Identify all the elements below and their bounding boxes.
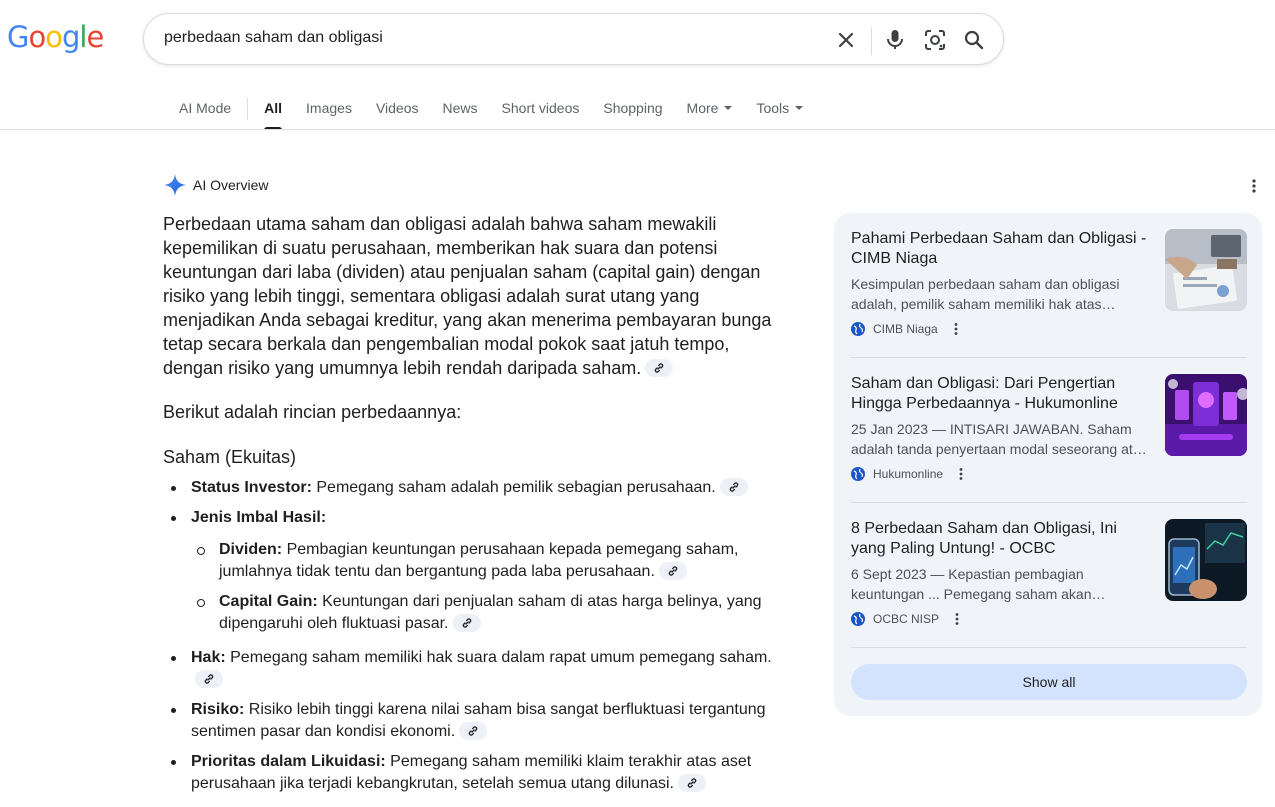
source-attribution: Hukumonline <box>851 467 967 481</box>
tab-short-videos[interactable]: Short videos <box>502 98 580 130</box>
source-attribution: CIMB Niaga <box>851 322 962 336</box>
tab-videos[interactable]: Videos <box>376 98 419 130</box>
overview-paragraph: Perbedaan utama saham dan obligasi adala… <box>163 212 783 380</box>
more-options-icon[interactable] <box>955 467 967 481</box>
bullet-term: Capital Gain: <box>219 593 318 610</box>
link-icon[interactable] <box>658 561 687 580</box>
bullet-text: Pemegang saham memiliki hak suara dalam … <box>225 649 772 666</box>
source-card[interactable]: 8 Perbedaan Saham dan Obligasi, Ini yang… <box>851 503 1247 648</box>
search-divider <box>871 27 872 55</box>
logo-letter: g <box>61 20 80 54</box>
bullet-term: Prioritas dalam Likuidasi: <box>191 753 386 770</box>
source-title[interactable]: Saham dan Obligasi: Dari Pengertian Hing… <box>851 374 1151 414</box>
tab-more-label: More <box>686 100 719 116</box>
link-icon[interactable] <box>459 721 488 740</box>
logo-letter: e <box>86 20 104 54</box>
link-icon[interactable] <box>645 359 674 378</box>
tab-tools-label: Tools <box>756 100 790 116</box>
ai-overview-body: Perbedaan utama saham dan obligasi adala… <box>163 212 783 803</box>
thumbnail-image[interactable] <box>1165 229 1247 311</box>
chevron-down-icon <box>724 106 733 111</box>
source-snippet: 6 Sept 2023 — Kepastian pembagian keuntu… <box>851 566 1106 602</box>
section-heading: Saham (Ekuitas) <box>163 447 297 467</box>
overview-intro: Berikut adalah rincian perbedaannya: <box>163 402 462 422</box>
logo-letter: o <box>28 20 46 54</box>
bullet-text: Pemegang saham adalah pemilik sebagian p… <box>311 479 716 496</box>
bullet-term: Jenis Imbal Hasil: <box>191 509 327 526</box>
more-options-icon[interactable] <box>950 322 962 336</box>
tab-images[interactable]: Images <box>306 98 352 130</box>
tab-more[interactable]: More <box>687 98 733 130</box>
logo-letter: G <box>7 20 30 54</box>
link-icon[interactable] <box>719 477 748 496</box>
bullet-term: Risiko: <box>191 701 245 718</box>
tab-shopping[interactable]: Shopping <box>603 98 662 130</box>
list-item: Status Investor: Pemegang saham adalah p… <box>163 477 783 499</box>
clear-icon[interactable] <box>834 28 858 52</box>
chevron-down-icon <box>795 106 804 111</box>
ai-overview-label: AI Overview <box>193 177 269 193</box>
search-input[interactable]: perbedaan saham dan obligasi <box>164 29 383 47</box>
source-name: CIMB Niaga <box>873 322 938 336</box>
link-icon[interactable] <box>452 613 481 632</box>
tabs-divider <box>0 129 1275 130</box>
overview-text: Perbedaan utama saham dan obligasi adala… <box>163 214 772 378</box>
search-icon[interactable] <box>962 28 986 52</box>
link-icon[interactable] <box>677 773 706 792</box>
globe-icon <box>851 612 865 626</box>
source-snippet: Kesimpulan perbedaan saham dan obligasi … <box>851 276 1120 312</box>
search-tabs: AI Mode All Images Videos News Short vid… <box>179 98 827 130</box>
bullet-term: Hak: <box>191 649 226 666</box>
list-item: Jenis Imbal Hasil: Dividen: Pembagian ke… <box>163 507 783 635</box>
tab-all[interactable]: All <box>264 98 282 130</box>
bullet-term: Status Investor: <box>191 479 312 496</box>
link-icon[interactable] <box>195 669 223 688</box>
list-item: Dividen: Pembagian keuntungan perusahaan… <box>191 539 783 583</box>
globe-icon <box>851 467 865 481</box>
more-options-icon[interactable] <box>951 612 963 626</box>
list-item: Risiko: Risiko lebih tinggi karena nilai… <box>163 699 783 743</box>
source-name: Hukumonline <box>873 467 944 481</box>
logo-letter: l <box>79 20 87 54</box>
show-all-button[interactable]: Show all <box>851 664 1247 700</box>
more-options-icon[interactable] <box>1246 178 1262 194</box>
sparkle-icon <box>164 174 186 196</box>
tab-separator <box>247 98 249 120</box>
source-attribution: OCBC NISP <box>851 612 963 626</box>
tab-ai-mode[interactable]: AI Mode <box>179 98 231 130</box>
source-name: OCBC NISP <box>873 612 940 626</box>
google-logo[interactable]: Google <box>7 20 104 54</box>
list-item: Prioritas dalam Likuidasi: Pemegang saha… <box>163 751 783 795</box>
search-box[interactable]: perbedaan saham dan obligasi <box>143 13 1004 65</box>
source-snippet: 25 Jan 2023 — INTISARI JAWABAN. Saham ad… <box>851 421 1147 457</box>
list-item: Hak: Pemegang saham memiliki hak suara d… <box>163 647 783 691</box>
sub-bullet-list: Dividen: Pembagian keuntungan perusahaan… <box>191 539 783 635</box>
logo-letter: o <box>45 20 63 54</box>
thumbnail-image[interactable] <box>1165 519 1247 601</box>
microphone-icon[interactable] <box>883 28 907 52</box>
sources-panel: Pahami Perbedaan Saham dan Obligasi - CI… <box>834 213 1262 716</box>
source-title[interactable]: 8 Perbedaan Saham dan Obligasi, Ini yang… <box>851 519 1151 559</box>
bullet-list: Status Investor: Pemegang saham adalah p… <box>163 477 783 795</box>
source-card[interactable]: Saham dan Obligasi: Dari Pengertian Hing… <box>851 358 1247 503</box>
list-item: Capital Gain: Keuntungan dari penjualan … <box>191 591 783 635</box>
tab-news[interactable]: News <box>443 98 478 130</box>
thumbnail-image[interactable] <box>1165 374 1247 456</box>
card-divider <box>851 647 1247 648</box>
globe-icon <box>851 322 865 336</box>
tab-tools[interactable]: Tools <box>756 98 804 130</box>
ai-overview-header: AI Overview <box>163 173 268 197</box>
bullet-term: Dividen: <box>219 541 283 558</box>
camera-lens-icon[interactable] <box>923 28 947 52</box>
source-title[interactable]: Pahami Perbedaan Saham dan Obligasi - CI… <box>851 229 1151 269</box>
source-card[interactable]: Pahami Perbedaan Saham dan Obligasi - CI… <box>851 213 1247 358</box>
